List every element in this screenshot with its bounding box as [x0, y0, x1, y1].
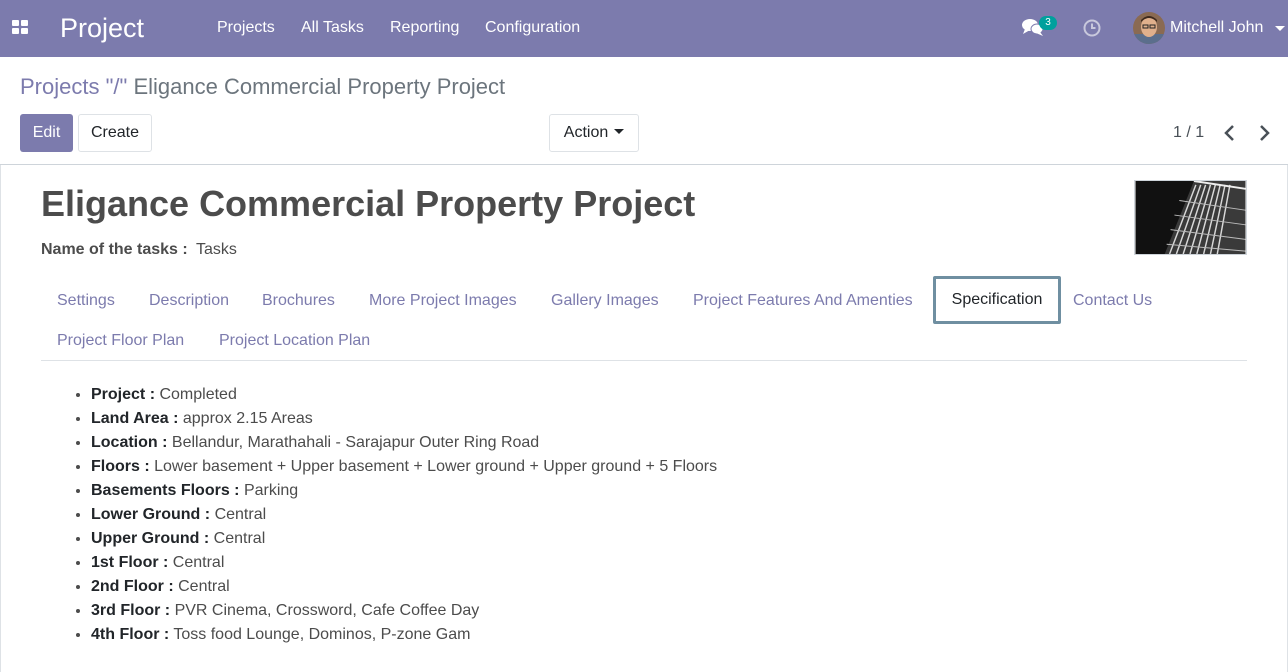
- spec-value: Completed: [159, 386, 237, 403]
- spec-value: Lower basement + Upper basement + Lower …: [154, 458, 718, 475]
- tab-contact-us[interactable]: Contact Us: [1073, 292, 1152, 310]
- spec-value: Central: [178, 578, 230, 595]
- top-navbar: Project Projects All Tasks Reporting Con…: [0, 0, 1288, 57]
- list-item: Basements Floors : Parking: [91, 479, 717, 503]
- user-menu-caret-icon[interactable]: [1275, 26, 1285, 31]
- list-item: Land Area : approx 2.15 Areas: [91, 407, 717, 431]
- list-item: 3rd Floor : PVR Cinema, Crossword, Cafe …: [91, 599, 717, 623]
- task-field-label: Name of the tasks :: [41, 241, 188, 258]
- spec-label: Location :: [91, 434, 168, 451]
- edit-button[interactable]: Edit: [20, 114, 73, 152]
- spec-label: Floors :: [91, 458, 150, 475]
- list-item: Lower Ground : Central: [91, 503, 717, 527]
- tab-project-location-plan[interactable]: Project Location Plan: [219, 332, 370, 350]
- app-brand: Project: [60, 13, 145, 43]
- spec-value: Parking: [243, 482, 299, 499]
- breadcrumb-current: Eligance Commercial Property Project: [133, 74, 506, 99]
- tab-brochures[interactable]: Brochures: [262, 292, 335, 310]
- spec-label: Upper Ground :: [91, 530, 210, 547]
- spec-value: approx 2.15 Areas: [182, 410, 313, 427]
- create-button[interactable]: Create: [78, 114, 152, 152]
- action-dropdown-button[interactable]: Action: [549, 114, 639, 152]
- record-title: Eligance Commercial Property Project: [41, 183, 696, 224]
- action-label: Action: [563, 124, 609, 141]
- list-item: 2nd Floor : Central: [91, 575, 717, 599]
- spec-value: Central: [213, 530, 266, 547]
- tab-specification[interactable]: Specification: [933, 276, 1061, 324]
- chevron-right-icon[interactable]: [1254, 123, 1274, 143]
- spec-label: Lower Ground :: [91, 506, 211, 523]
- spec-label: 3rd Floor :: [91, 602, 171, 619]
- user-avatar[interactable]: [1133, 12, 1165, 44]
- list-item: Location : Bellandur, Marathahali - Sara…: [91, 431, 717, 455]
- spec-value: PVR Cinema, Crossword, Cafe Coffee Day: [174, 602, 480, 619]
- spec-label: 2nd Floor :: [91, 578, 174, 595]
- message-count-badge: 3: [1039, 16, 1057, 30]
- project-image[interactable]: [1134, 180, 1247, 255]
- chevron-left-icon[interactable]: [1220, 123, 1240, 143]
- list-item: Upper Ground : Central: [91, 527, 717, 551]
- tab-project-features[interactable]: Project Features And Amenties: [693, 292, 913, 310]
- spec-label: Project :: [91, 386, 156, 403]
- tab-more-project-images[interactable]: More Project Images: [369, 292, 517, 310]
- spec-label: 4th Floor :: [91, 626, 170, 643]
- spec-value: Central: [172, 554, 225, 571]
- tab-description[interactable]: Description: [149, 292, 229, 310]
- menu-configuration[interactable]: Configuration: [485, 18, 580, 38]
- menu-all-tasks[interactable]: All Tasks: [301, 18, 364, 38]
- task-field-value[interactable]: Tasks: [196, 241, 237, 259]
- spec-value: Bellandur, Marathahali - Sarajapur Outer…: [171, 434, 540, 451]
- list-item: 4th Floor : Toss food Lounge, Dominos, P…: [91, 623, 717, 647]
- spec-value: Toss food Lounge, Dominos, P-zone Gam: [173, 626, 471, 643]
- specification-list: Project : Completed Land Area : approx 2…: [91, 383, 717, 647]
- tabs-divider: [41, 360, 1247, 361]
- spec-label: Basements Floors :: [91, 482, 240, 499]
- spec-value: Central: [214, 506, 267, 523]
- breadcrumb-separator: "/": [105, 74, 128, 99]
- list-item: 1st Floor : Central: [91, 551, 717, 575]
- tab-settings[interactable]: Settings: [57, 292, 115, 310]
- chevron-down-icon: [614, 128, 625, 134]
- menu-projects[interactable]: Projects: [217, 18, 275, 38]
- spec-label: 1st Floor :: [91, 554, 169, 571]
- apps-grid-icon[interactable]: [12, 20, 28, 36]
- tab-gallery-images[interactable]: Gallery Images: [551, 292, 659, 310]
- menu-reporting[interactable]: Reporting: [390, 18, 459, 38]
- user-name[interactable]: Mitchell John: [1170, 18, 1263, 38]
- list-item: Floors : Lower basement + Upper basement…: [91, 455, 717, 479]
- list-item: Project : Completed: [91, 383, 717, 407]
- breadcrumb-projects-link[interactable]: Projects: [20, 74, 99, 99]
- pager-value[interactable]: 1 / 1: [1173, 124, 1204, 142]
- breadcrumb: Projects "/" Eligance Commercial Propert…: [20, 74, 505, 100]
- clock-icon[interactable]: [1083, 19, 1101, 37]
- spec-label: Land Area :: [91, 410, 179, 427]
- tab-project-floor-plan[interactable]: Project Floor Plan: [57, 332, 184, 350]
